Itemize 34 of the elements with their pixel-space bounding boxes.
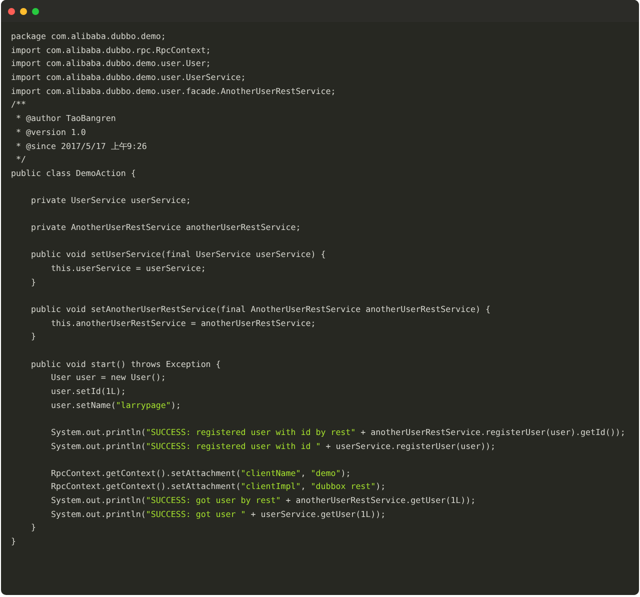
code-line: System.out.println("SUCCESS: registered user with id " + userService.registerUser(user)); <box>50 440 496 453</box>
code-line: public class DemoAction { <box>11 166 136 180</box>
code-line: } <box>11 535 16 548</box>
code-line: */ <box>14 153 26 166</box>
window-control-dot[interactable] <box>20 8 27 14</box>
code-line: import com.alibaba.dubbo.demo.user.User; <box>11 57 211 70</box>
code-line: System.out.println("SUCCESS: registered user with id by rest" + anotherUserRestService.registerUser(user).getId()); <box>50 426 626 439</box>
window-control-dot[interactable] <box>32 8 39 14</box>
code-line: this.userService = userService; <box>50 262 206 276</box>
code-line: RpcContext.getContext().setAttachment("clientName", "demo"); <box>50 466 351 480</box>
code-line: user.setId(1L); <box>50 384 126 398</box>
code-line: } <box>30 330 36 344</box>
code-line: import com.alibaba.dubbo.rpc.RpcContext; <box>11 44 211 57</box>
code-line: private AnotherUserRestService anotherUserRestService; <box>30 221 301 234</box>
code-line: * @author TaoBangren <box>14 112 116 126</box>
code-line: /** <box>11 98 26 112</box>
code-line: public void setUserService(final UserService userService) { <box>30 248 326 262</box>
code-line: System.out.println("SUCCESS: got user by rest" + anotherUserRestService.getUser(1L)); <box>50 494 476 508</box>
code-line: public void start() throws Exception { <box>30 358 221 371</box>
code-line: private UserService userService; <box>30 194 191 208</box>
window-control-dot[interactable] <box>8 8 15 14</box>
code-line: * @version 1.0 <box>14 126 86 139</box>
code-line: import com.alibaba.dubbo.demo.user.facade.AnotherUserRestService; <box>11 84 336 98</box>
code-line: } <box>30 276 36 289</box>
code-line: * @since 2017/5/17 上午9:26 <box>14 140 147 152</box>
code-line: this.anotherUserRestService = anotherUserRestService; <box>50 316 316 330</box>
code-line: package com.alibaba.dubbo.demo; <box>11 30 166 43</box>
code-line: User user = new User(); <box>50 371 166 384</box>
code-line: import com.alibaba.dubbo.demo.user.UserService; <box>11 71 246 84</box>
code-line: RpcContext.getContext().setAttachment("clientImpl", "dubbox rest"); <box>50 480 386 494</box>
code-line: public void setAnotherUserRestService(final AnotherUserRestService anotherUserRestService) { <box>30 303 491 316</box>
code-line: } <box>30 521 36 534</box>
code-line: System.out.println("SUCCESS: got user " + userService.getUser(1L)); <box>50 508 386 521</box>
code-line: user.setName("larrypage"); <box>50 398 181 412</box>
